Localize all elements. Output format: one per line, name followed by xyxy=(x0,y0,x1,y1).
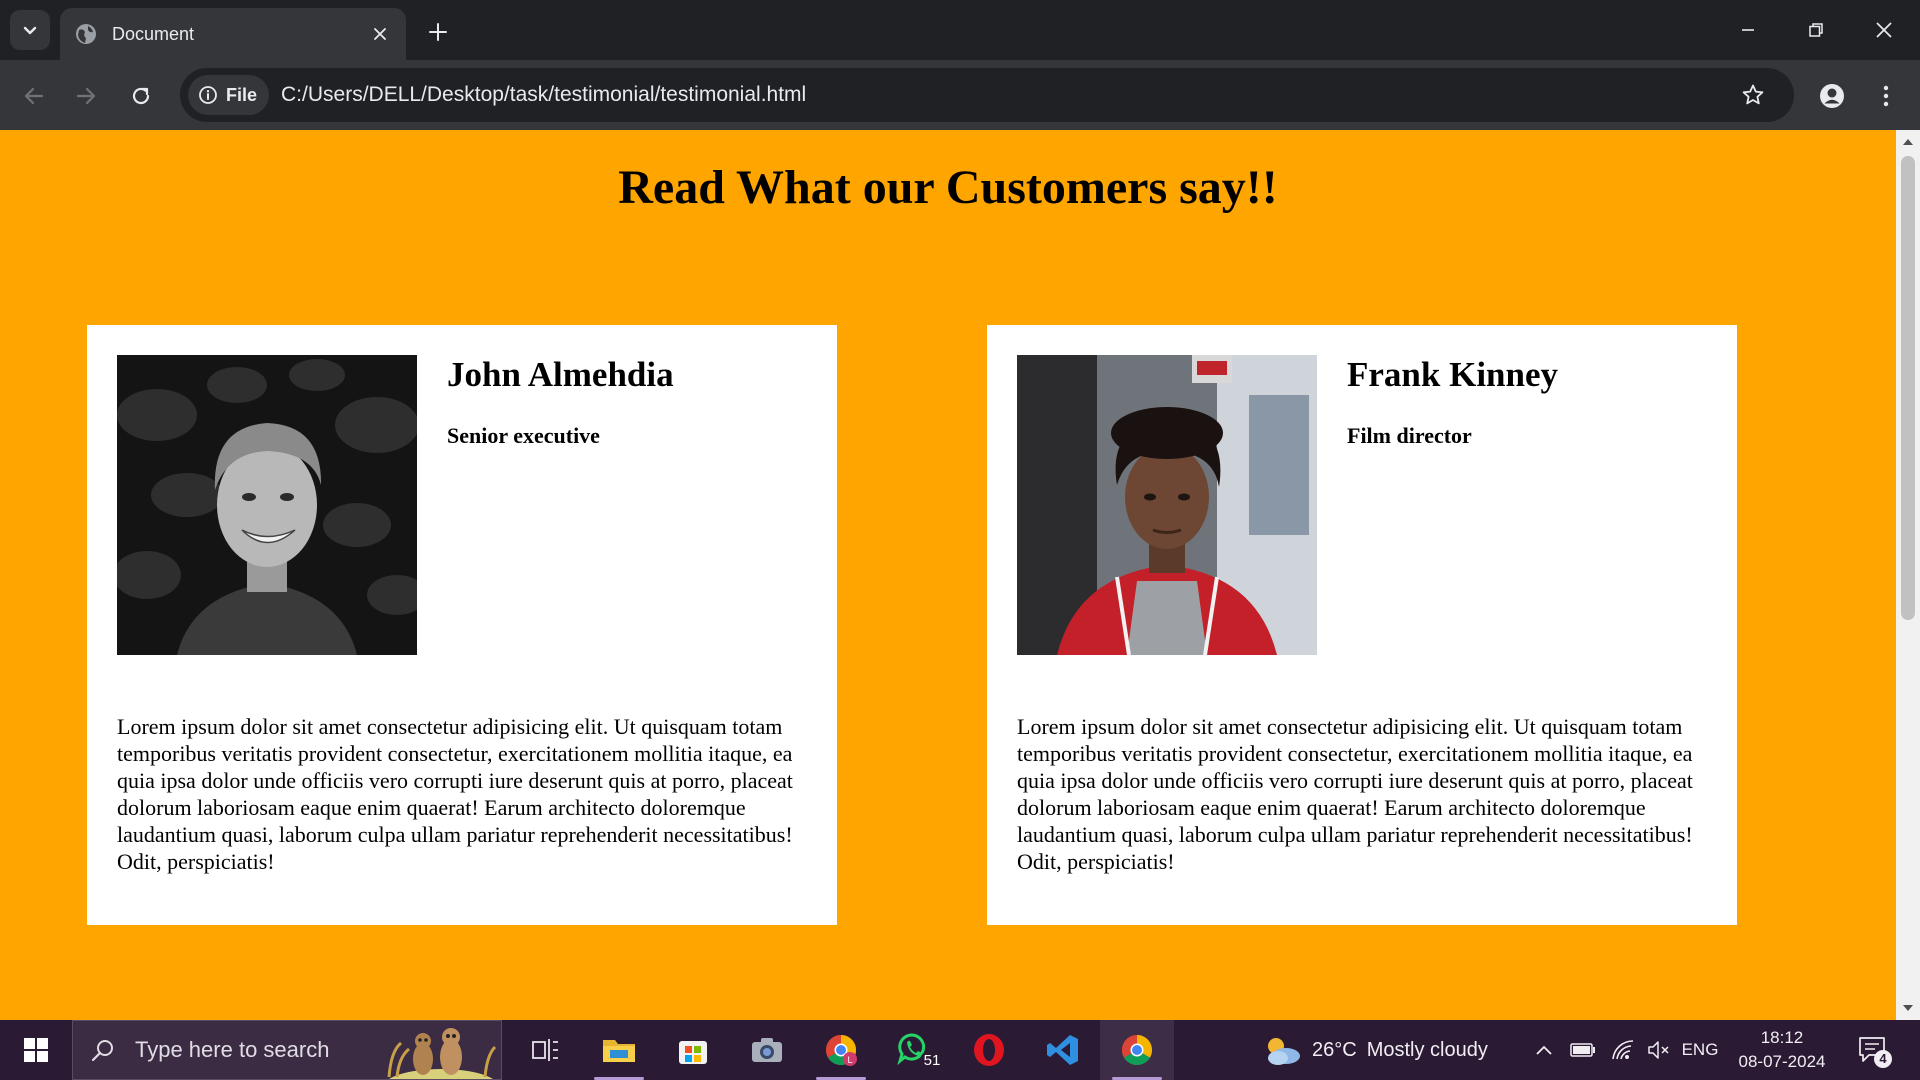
scroll-down-button[interactable] xyxy=(1896,998,1920,1018)
site-info-chip[interactable]: File xyxy=(188,75,270,115)
volume-button[interactable] xyxy=(1644,1020,1674,1080)
task-view-icon xyxy=(532,1039,558,1061)
profile-button[interactable] xyxy=(1810,74,1854,118)
browser-toolbar: File C:/Users/DELL/Desktop/task/testimon… xyxy=(0,60,1920,130)
triangle-down-icon xyxy=(1903,1005,1913,1011)
scroll-thumb[interactable] xyxy=(1901,156,1915,620)
taskbar-camera[interactable] xyxy=(730,1020,804,1080)
chevron-down-icon xyxy=(23,26,37,35)
input-language-button[interactable]: ENG xyxy=(1680,1020,1720,1080)
weather-widget[interactable]: 26°C Mostly cloudy xyxy=(1262,1020,1488,1080)
reload-icon xyxy=(132,87,150,105)
reload-button[interactable] xyxy=(119,74,163,118)
testimonial-card: Frank Kinney Film director Lorem ipsum d… xyxy=(987,325,1737,925)
taskbar-file-explorer[interactable] xyxy=(582,1020,656,1080)
tab-close-button[interactable] xyxy=(362,16,398,52)
chevron-up-icon xyxy=(1536,1045,1552,1055)
bookmark-button[interactable] xyxy=(1728,70,1778,120)
svg-text:L: L xyxy=(847,1055,852,1065)
weather-temperature: 26°C xyxy=(1312,1038,1357,1061)
taskbar-opera[interactable] xyxy=(952,1020,1026,1080)
windows-taskbar: Type here to search L 51 26°C Mostly clo… xyxy=(0,1020,1920,1080)
taskbar-task-view[interactable] xyxy=(508,1020,582,1080)
language-indicator: ENG xyxy=(1681,1040,1719,1059)
tab-strip: Document xyxy=(0,0,1920,60)
star-icon xyxy=(1742,84,1764,105)
back-button[interactable] xyxy=(12,74,56,118)
forward-button[interactable] xyxy=(64,74,108,118)
battery-icon xyxy=(1570,1043,1595,1057)
testimonial-card: John Almehdia Senior executive Lorem ips… xyxy=(87,325,837,925)
menu-button[interactable] xyxy=(1864,74,1908,118)
restore-icon xyxy=(1809,23,1823,37)
close-icon xyxy=(1876,22,1892,38)
customer-photo xyxy=(1017,355,1317,655)
close-icon xyxy=(374,28,386,40)
close-window-button[interactable] xyxy=(1850,0,1918,60)
clock-button[interactable]: 18:12 08-07-2024 xyxy=(1730,1026,1834,1074)
battery-button[interactable] xyxy=(1568,1020,1598,1080)
chrome-icon xyxy=(1121,1035,1153,1066)
cloudy-weather-icon xyxy=(1268,1038,1300,1065)
new-tab-button[interactable] xyxy=(418,12,458,52)
address-bar[interactable]: File C:/Users/DELL/Desktop/task/testimon… xyxy=(180,68,1794,122)
start-button[interactable] xyxy=(0,1020,72,1080)
customer-photo xyxy=(117,355,417,655)
chrome-icon: L xyxy=(825,1035,857,1066)
volume-muted-icon xyxy=(1648,1041,1669,1059)
vscode-icon xyxy=(1047,1035,1078,1065)
notification-center-button[interactable]: 4 xyxy=(1850,1020,1896,1080)
taskbar-microsoft-store[interactable] xyxy=(656,1020,730,1080)
clock-time: 18:12 xyxy=(1760,1028,1804,1047)
wifi-icon xyxy=(1612,1040,1634,1060)
testimonial-text: Lorem ipsum dolor sit amet consectetur a… xyxy=(117,714,793,874)
url-text[interactable]: C:/Users/DELL/Desktop/task/testimonial/t… xyxy=(281,83,1728,107)
whatsapp-badge: 51 xyxy=(920,1050,944,1072)
store-icon xyxy=(679,1041,707,1064)
taskbar-search[interactable]: Type here to search xyxy=(72,1020,502,1080)
notification-count-badge: 4 xyxy=(1874,1050,1892,1068)
taskbar-whatsapp[interactable]: 51 xyxy=(878,1020,952,1080)
profile-icon xyxy=(1820,84,1844,108)
arrow-left-icon xyxy=(24,87,44,105)
minimize-button[interactable] xyxy=(1714,0,1782,60)
globe-icon xyxy=(76,24,96,44)
triangle-up-icon xyxy=(1903,139,1913,145)
more-vertical-icon xyxy=(1883,85,1889,107)
folder-icon xyxy=(603,1040,635,1062)
clock-date: 08-07-2024 xyxy=(1738,1052,1826,1071)
scroll-up-button[interactable] xyxy=(1896,132,1920,152)
arrow-right-icon xyxy=(76,87,96,105)
info-icon xyxy=(199,86,217,104)
site-info-label: File xyxy=(226,84,258,105)
taskbar-chrome[interactable] xyxy=(1100,1020,1174,1080)
page-heading: Read What our Customers say!! xyxy=(618,161,1278,214)
taskbar-chrome-profile[interactable]: L xyxy=(804,1020,878,1080)
search-placeholder: Type here to search xyxy=(135,1037,330,1062)
opera-icon xyxy=(974,1034,1004,1066)
tab-title: Document xyxy=(112,23,195,44)
minimize-icon xyxy=(1742,29,1754,31)
weather-description: Mostly cloudy xyxy=(1366,1038,1488,1061)
active-tab[interactable]: Document xyxy=(60,8,406,60)
tab-search-button[interactable] xyxy=(10,10,50,50)
network-button[interactable] xyxy=(1608,1020,1638,1080)
customer-name: John Almehdia xyxy=(447,355,674,394)
testimonial-text: Lorem ipsum dolor sit amet consectetur a… xyxy=(1017,714,1693,874)
camera-icon xyxy=(752,1038,782,1062)
windows-logo-icon xyxy=(24,1038,48,1062)
page-content: Read What our Customers say!! John Almeh… xyxy=(0,130,1896,1020)
customer-role: Film director xyxy=(1347,423,1472,448)
customer-role: Senior executive xyxy=(447,423,600,448)
meerkat-illustration-icon xyxy=(387,1028,497,1079)
page-scrollbar[interactable] xyxy=(1896,130,1920,1020)
restore-button[interactable] xyxy=(1782,0,1850,60)
search-icon xyxy=(91,1040,113,1062)
taskbar-vscode[interactable] xyxy=(1026,1020,1100,1080)
customer-name: Frank Kinney xyxy=(1347,355,1559,394)
plus-icon xyxy=(429,23,447,41)
show-hidden-icons-button[interactable] xyxy=(1532,1020,1556,1080)
